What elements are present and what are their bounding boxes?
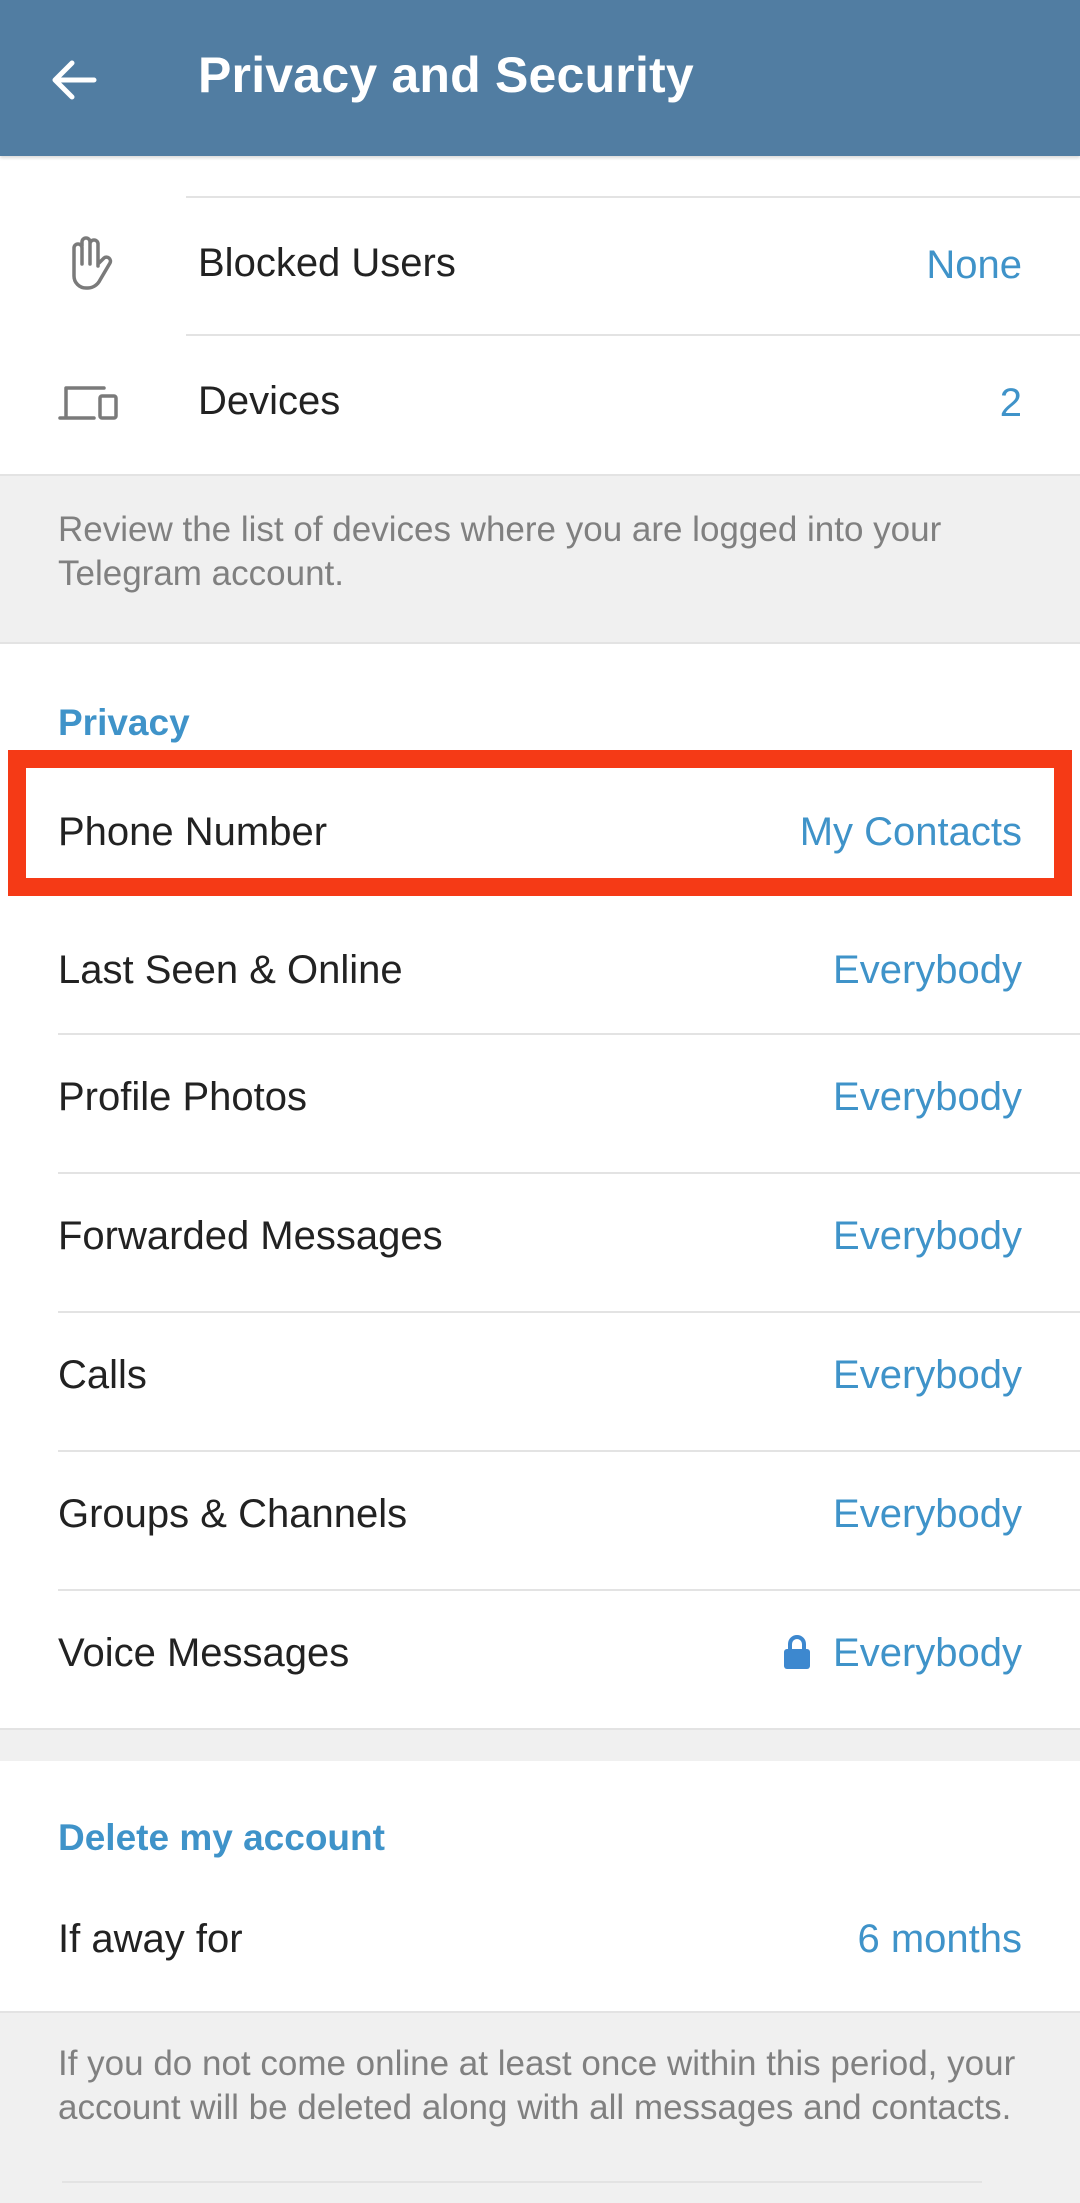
page-title: Privacy and Security: [198, 47, 694, 103]
divider: [0, 2011, 1080, 2013]
phone-number-row[interactable]: Phone Number My Contacts: [0, 766, 1080, 904]
divider: [62, 2181, 982, 2183]
blocked-users-value: None: [926, 243, 1022, 287]
forwarded-messages-value: Everybody: [833, 1214, 1022, 1258]
groups-channels-value: Everybody: [833, 1492, 1022, 1536]
divider: [0, 1728, 1080, 1730]
privacy-section-header: Privacy: [58, 702, 190, 743]
devices-hint: Review the list of devices where you are…: [58, 510, 942, 593]
if-away-for-row[interactable]: If away for 6 months: [0, 1873, 1080, 2011]
last-seen-row[interactable]: Last Seen & Online Everybody: [0, 904, 1080, 1042]
profile-photos-row[interactable]: Profile Photos Everybody: [0, 1035, 1080, 1173]
devices-row[interactable]: Devices 2: [0, 336, 1080, 474]
delete-account-header: Delete my account: [58, 1817, 385, 1858]
devices-value: 2: [999, 381, 1022, 425]
forwarded-messages-label: Forwarded Messages: [58, 1214, 443, 1258]
forwarded-messages-row[interactable]: Forwarded Messages Everybody: [0, 1174, 1080, 1312]
last-seen-label: Last Seen & Online: [58, 948, 403, 992]
groups-channels-label: Groups & Channels: [58, 1492, 408, 1536]
privacy-section: Privacy Phone Number My Contacts Last Se…: [0, 644, 1080, 1728]
last-seen-value: Everybody: [833, 948, 1022, 992]
back-button[interactable]: [44, 52, 104, 108]
blocked-users-row[interactable]: Blocked Users None: [0, 198, 1080, 336]
delete-account-hint: If you do not come online at least once …: [58, 2044, 1016, 2127]
calls-value: Everybody: [833, 1353, 1022, 1397]
voice-messages-value: Everybody: [833, 1631, 1022, 1675]
if-away-for-value: 6 months: [857, 1917, 1022, 1961]
security-section: Blocked Users None Devices 2: [0, 156, 1080, 474]
calls-label: Calls: [58, 1353, 147, 1397]
phone-number-label: Phone Number: [58, 810, 328, 854]
calls-row[interactable]: Calls Everybody: [0, 1313, 1080, 1451]
arrow-left-icon: [52, 60, 97, 100]
lock-icon: [784, 1634, 811, 1669]
devices-label: Devices: [198, 379, 341, 423]
profile-photos-value: Everybody: [833, 1075, 1022, 1119]
delete-account-section: Delete my account If away for 6 months: [0, 1761, 1080, 2011]
profile-photos-label: Profile Photos: [58, 1075, 308, 1119]
voice-messages-row[interactable]: Voice Messages Everybody: [0, 1591, 1080, 1728]
blocked-users-label: Blocked Users: [198, 241, 456, 285]
devices-icon: [58, 386, 118, 420]
voice-messages-label: Voice Messages: [58, 1631, 350, 1675]
if-away-for-label: If away for: [58, 1917, 243, 1961]
app-bar: Privacy and Security: [0, 0, 1080, 156]
groups-channels-row[interactable]: Groups & Channels Everybody: [0, 1452, 1080, 1590]
phone-number-value: My Contacts: [799, 810, 1022, 854]
divider: [0, 474, 1080, 476]
voice-messages-value-wrap: Everybody: [783, 1631, 1022, 1676]
raised-hand-icon: [72, 236, 113, 290]
